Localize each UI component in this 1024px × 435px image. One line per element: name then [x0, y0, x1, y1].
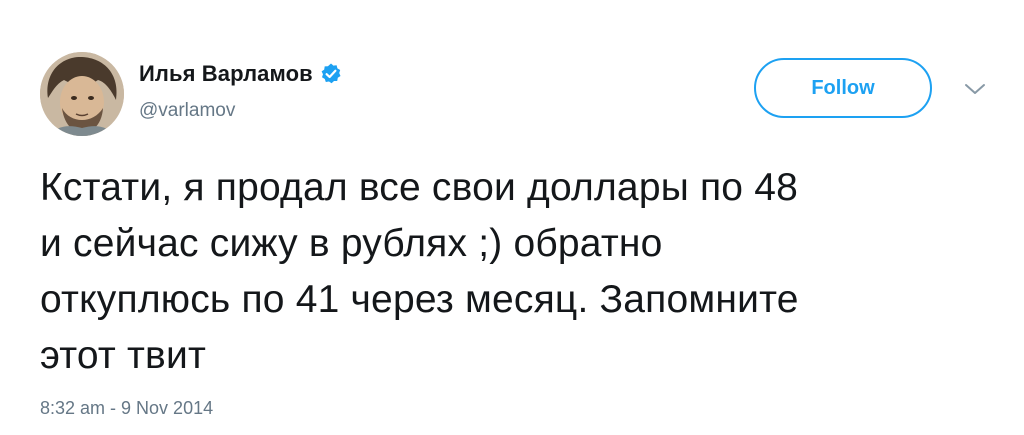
verified-badge-icon: [319, 62, 343, 86]
chevron-down-icon[interactable]: [964, 82, 986, 96]
avatar[interactable]: [40, 52, 124, 136]
user-handle[interactable]: @varlamov: [139, 100, 235, 122]
tweet-card: Илья Варламов @varlamov Follow Кстати, я…: [0, 0, 1024, 435]
tweet-timestamp[interactable]: 8:32 am - 9 Nov 2014: [40, 398, 213, 419]
author-name-row[interactable]: Илья Варламов: [139, 59, 343, 89]
display-name[interactable]: Илья Варламов: [139, 61, 313, 87]
tweet-text: Кстати, я продал все свои доллары по 48 …: [40, 166, 799, 377]
avatar-photo-icon: [40, 52, 124, 136]
follow-button[interactable]: Follow: [754, 58, 932, 118]
